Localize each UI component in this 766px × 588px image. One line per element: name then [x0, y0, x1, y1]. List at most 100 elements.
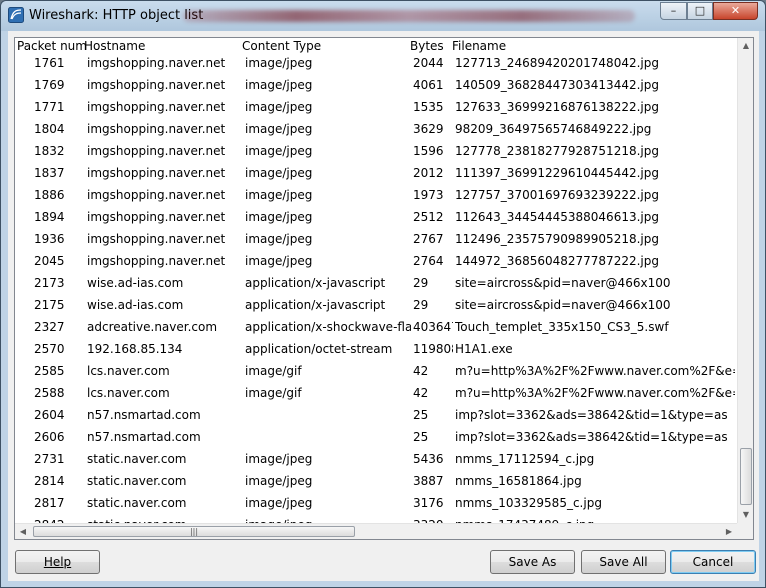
content-type-cell: image/gif	[245, 364, 302, 378]
content-type-cell: image/jpeg	[245, 78, 313, 92]
table-row[interactable]: 2585 lcs.naver.com image/gif 42 m?u=http%3A%…	[15, 363, 735, 385]
content-type-cell: application/x-javascript	[245, 298, 386, 312]
filename-cell: imp?slot=3362&ads=38642&tid=1&type=as	[455, 408, 728, 422]
content-type-cell: application/x-shockwave-flash	[245, 320, 411, 334]
horizontal-scrollbar[interactable]: ◀ ||| ▶	[15, 523, 737, 539]
column-header-packet-num[interactable]: Packet num	[17, 38, 87, 54]
horizontal-scroll-thumb[interactable]: |||	[33, 526, 355, 537]
vertical-scrollbar[interactable]: ▲ ▼	[737, 38, 753, 523]
bytes-cell: 1535	[413, 100, 444, 114]
table-row[interactable]: 2173 wise.ad-ias.com application/x-javascr…	[15, 275, 735, 297]
bytes-cell: 3887	[413, 474, 444, 488]
content-type-cell: image/jpeg	[245, 56, 313, 70]
vertical-scroll-thumb[interactable]	[740, 448, 752, 505]
content-type-cell: application/x-javascript	[245, 276, 386, 290]
content-type-cell	[245, 407, 411, 429]
hostname-cell: static.naver.com	[87, 496, 187, 510]
bytes-cell: 4061	[413, 78, 444, 92]
hostname-cell: wise.ad-ias.com	[87, 276, 184, 290]
table-row[interactable]: 1886 imgshopping.naver.net image/jpeg 1973 1…	[15, 187, 735, 209]
packet-num-cell: 1771	[34, 100, 65, 114]
table-row[interactable]: 1769 imgshopping.naver.net image/jpeg 4061 1…	[15, 77, 735, 99]
bytes-cell: 1973	[413, 188, 444, 202]
save-all-button[interactable]: Save All	[581, 550, 666, 574]
filename-cell: 111397_36991229610445442.jpg	[455, 166, 659, 180]
packet-num-cell: 1761	[34, 56, 65, 70]
hostname-cell: lcs.naver.com	[87, 364, 170, 378]
table-row[interactable]: 2327 adcreative.naver.com application/x-sh…	[15, 319, 735, 341]
packet-num-cell: 1837	[34, 166, 65, 180]
table-row[interactable]: 1804 imgshopping.naver.net image/jpeg 3629 9…	[15, 121, 735, 143]
wireshark-app-icon	[8, 7, 24, 23]
packet-num-cell: 2817	[34, 496, 65, 510]
http-object-list[interactable]: Packet num Hostname Content Type Bytes F…	[14, 37, 754, 540]
column-header-hostname[interactable]: Hostname	[84, 38, 145, 54]
scroll-left-arrow-icon[interactable]: ◀	[15, 524, 31, 539]
help-button-label: Help	[43, 555, 72, 569]
bytes-cell: 2012	[413, 166, 444, 180]
hostname-cell: n57.nsmartad.com	[87, 430, 201, 444]
help-button[interactable]: Help	[15, 550, 100, 574]
content-type-cell: image/jpeg	[245, 474, 313, 488]
content-type-cell: application/octet-stream	[245, 342, 393, 356]
column-header-bytes[interactable]: Bytes	[410, 38, 444, 54]
content-type-cell: image/jpeg	[245, 122, 313, 136]
table-row[interactable]: 1837 imgshopping.naver.net image/jpeg 2012 1…	[15, 165, 735, 187]
scroll-right-arrow-icon[interactable]: ▶	[721, 524, 737, 539]
dialog-client-area: Packet num Hostname Content Type Bytes F…	[8, 31, 759, 581]
content-type-cell: image/jpeg	[245, 210, 313, 224]
close-button[interactable]: ✕	[713, 2, 758, 20]
content-type-cell	[245, 429, 411, 451]
bytes-cell: 3176	[413, 496, 444, 510]
filename-cell: Touch_templet_335x150_CS3_5.swf	[455, 320, 669, 334]
filename-cell: 127757_37001697693239222.jpg	[455, 188, 659, 202]
table-row[interactable]: 2817 static.naver.com image/jpeg 3176 nmms_1…	[15, 495, 735, 517]
packet-num-cell: 1769	[34, 78, 65, 92]
minimize-button[interactable]: –	[660, 2, 687, 20]
table-row[interactable]: 2045 imgshopping.naver.net image/jpeg 2764 1…	[15, 253, 735, 275]
table-row[interactable]: 2606 n57.nsmartad.com 25 imp?slot=3362&ads=…	[15, 429, 735, 451]
table-row[interactable]: 1936 imgshopping.naver.net image/jpeg 2767 1…	[15, 231, 735, 253]
packet-num-cell: 2173	[34, 276, 65, 290]
filename-cell: 98209_36497565746849222.jpg	[455, 122, 652, 136]
bytes-cell: 25	[413, 408, 429, 422]
bytes-cell: 25	[413, 430, 429, 444]
packet-num-cell: 2606	[34, 430, 65, 444]
title-bar[interactable]: Wireshark: HTTP object list – □ ✕	[1, 1, 765, 31]
table-row[interactable]: 1832 imgshopping.naver.net image/jpeg 1596 1…	[15, 143, 735, 165]
filename-cell: nmms_16581864.jpg	[455, 474, 582, 488]
table-row[interactable]: 2175 wise.ad-ias.com application/x-javascr…	[15, 297, 735, 319]
bytes-cell: 5436	[413, 452, 444, 466]
window-title: Wireshark: HTTP object list	[29, 8, 204, 23]
table-row[interactable]: 1771 imgshopping.naver.net image/jpeg 1535 1…	[15, 99, 735, 121]
table-row[interactable]: 2570 192.168.85.134 application/octet-stre…	[15, 341, 735, 363]
table-row[interactable]: 2814 static.naver.com image/jpeg 3887 nmms_1…	[15, 473, 735, 495]
packet-num-cell: 2588	[34, 386, 65, 400]
table-row[interactable]: 2588 lcs.naver.com image/gif 42 m?u=http%3A%…	[15, 385, 735, 407]
filename-cell: H1A1.exe	[455, 342, 513, 356]
scroll-down-arrow-icon[interactable]: ▼	[738, 507, 753, 523]
bytes-cell: 42	[413, 364, 429, 378]
packet-num-cell: 1886	[34, 188, 65, 202]
maximize-button[interactable]: □	[687, 2, 713, 20]
hostname-cell: imgshopping.naver.net	[87, 254, 226, 268]
content-type-cell: image/jpeg	[245, 452, 313, 466]
table-row[interactable]: 1761 imgshopping.naver.net image/jpeg 2044 1…	[15, 55, 735, 77]
packet-num-cell: 2585	[34, 364, 65, 378]
filename-cell: site=aircross&pid=naver@466x100	[455, 298, 671, 312]
filename-cell: m?u=http%3A%2F%2Fwww.naver.com%2F&e=&i=&	[455, 386, 735, 400]
bytes-cell: 2764	[413, 254, 444, 268]
column-header-content-type[interactable]: Content Type	[242, 38, 321, 54]
save-as-button[interactable]: Save As	[490, 550, 575, 574]
scroll-up-arrow-icon[interactable]: ▲	[738, 38, 753, 54]
cancel-button[interactable]: Cancel	[670, 550, 756, 574]
table-row[interactable]: 1894 imgshopping.naver.net image/jpeg 2512 1…	[15, 209, 735, 231]
table-row[interactable]: 2604 n57.nsmartad.com 25 imp?slot=3362&ads=…	[15, 407, 735, 429]
table-row[interactable]: 2731 static.naver.com image/jpeg 5436 nmms_1…	[15, 451, 735, 473]
scrollbar-corner	[737, 523, 753, 539]
filename-cell: 112496_23575790989905218.jpg	[455, 232, 659, 246]
bytes-cell: 1596	[413, 144, 444, 158]
column-header-filename[interactable]: Filename	[452, 38, 506, 54]
packet-num-cell: 2327	[34, 320, 65, 334]
bytes-cell: 119808	[413, 342, 453, 356]
